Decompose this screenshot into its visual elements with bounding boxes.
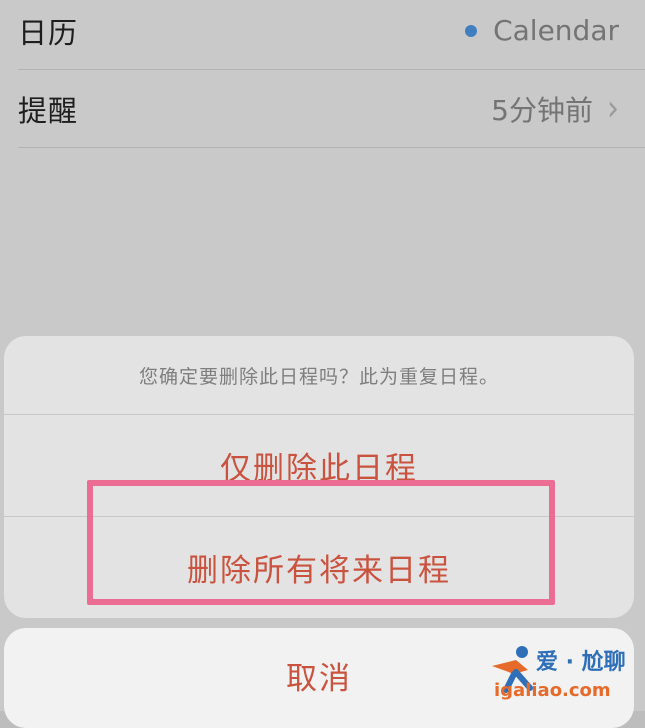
calendar-name: Calendar — [493, 14, 619, 47]
alert-row[interactable]: 提醒 5分钟前 › — [18, 70, 645, 148]
alert-row-value: 5分钟前 › — [491, 87, 619, 130]
watermark-url: igaliao.com — [494, 680, 611, 701]
chevron-right-icon: › — [607, 87, 619, 130]
calendar-row-value: Calendar — [465, 14, 619, 47]
calendar-row-label: 日历 — [18, 15, 79, 50]
watermark-logo: 爱 · 尬聊 igaliao.com — [486, 640, 641, 708]
calendar-row[interactable]: 日历 Calendar — [18, 0, 645, 70]
alert-row-label: 提醒 — [18, 93, 79, 128]
alert-time: 5分钟前 — [491, 93, 593, 127]
calendar-color-dot-icon — [465, 24, 478, 37]
highlight-box — [87, 480, 555, 605]
action-sheet-message: 您确定要删除此日程吗？此为重复日程。 — [4, 336, 634, 415]
watermark-brand: 爱 · 尬聊 — [536, 650, 626, 675]
